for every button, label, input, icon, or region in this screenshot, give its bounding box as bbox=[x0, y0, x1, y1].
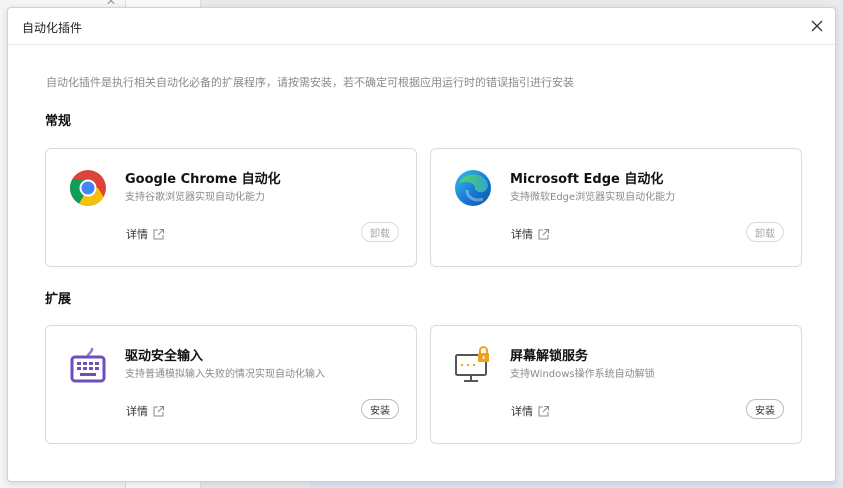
plugin-card-screen-unlock: 屏幕解锁服务 支持Windows操作系统自动解锁 详情 安装 bbox=[430, 325, 802, 444]
dialog-description: 自动化插件是执行相关自动化必备的扩展程序，请按需安装，若不确定可根据应用运行时的… bbox=[46, 76, 574, 89]
screen-unlock-card-subtitle: 支持Windows操作系统自动解锁 bbox=[510, 369, 655, 380]
close-icon[interactable] bbox=[809, 18, 825, 34]
chrome-details-link[interactable]: 详情 bbox=[126, 226, 165, 242]
screen-unlock-card-title: 屏幕解锁服务 bbox=[510, 349, 589, 364]
edge-card-title: Microsoft Edge 自动化 bbox=[510, 172, 664, 187]
dialog-title: 自动化插件 bbox=[22, 21, 83, 35]
secure-input-details-link[interactable]: 详情 bbox=[126, 403, 165, 419]
plugin-card-chrome: Google Chrome 自动化 支持谷歌浏览器实现自动化能力 详情 卸载 bbox=[45, 148, 417, 267]
section-title-extension: 扩展 bbox=[45, 292, 72, 307]
keyboard-icon bbox=[70, 347, 106, 383]
external-link-icon bbox=[538, 228, 549, 239]
plugin-card-edge: Microsoft Edge 自动化 支持微软Edge浏览器实现自动化能力 详情… bbox=[430, 148, 802, 267]
details-label: 详情 bbox=[126, 228, 148, 241]
edge-card-subtitle: 支持微软Edge浏览器实现自动化能力 bbox=[510, 192, 676, 203]
screen-unlock-details-link[interactable]: 详情 bbox=[511, 403, 550, 419]
background-bottom-bar bbox=[310, 482, 843, 488]
automation-plugins-dialog: 自动化插件 自动化插件是执行相关自动化必备的扩展程序，请按需安装，若不确定可根据… bbox=[7, 7, 836, 482]
external-link-icon bbox=[153, 405, 164, 416]
dialog-header: 自动化插件 bbox=[8, 8, 835, 45]
secure-input-card-subtitle: 支持普通模拟输入失败的情况实现自动化输入 bbox=[125, 369, 325, 380]
section-title-general: 常规 bbox=[45, 114, 72, 129]
chrome-card-subtitle: 支持谷歌浏览器实现自动化能力 bbox=[125, 192, 265, 203]
chrome-icon bbox=[69, 170, 106, 207]
details-label: 详情 bbox=[126, 405, 148, 418]
secure-input-card-title: 驱动安全输入 bbox=[125, 349, 204, 364]
plugin-card-secure-input: 驱动安全输入 支持普通模拟输入失败的情况实现自动化输入 详情 安装 bbox=[45, 325, 417, 444]
edge-icon bbox=[455, 170, 491, 206]
edge-uninstall-button[interactable]: 卸载 bbox=[746, 222, 784, 242]
monitor-lock-icon bbox=[455, 346, 489, 382]
screen-unlock-install-button[interactable]: 安装 bbox=[746, 399, 784, 419]
secure-input-install-button[interactable]: 安装 bbox=[361, 399, 399, 419]
chrome-card-title: Google Chrome 自动化 bbox=[125, 172, 281, 187]
external-link-icon bbox=[153, 228, 164, 239]
details-label: 详情 bbox=[511, 228, 533, 241]
edge-details-link[interactable]: 详情 bbox=[511, 226, 550, 242]
details-label: 详情 bbox=[511, 405, 533, 418]
chrome-uninstall-button[interactable]: 卸载 bbox=[361, 222, 399, 242]
external-link-icon bbox=[538, 405, 549, 416]
